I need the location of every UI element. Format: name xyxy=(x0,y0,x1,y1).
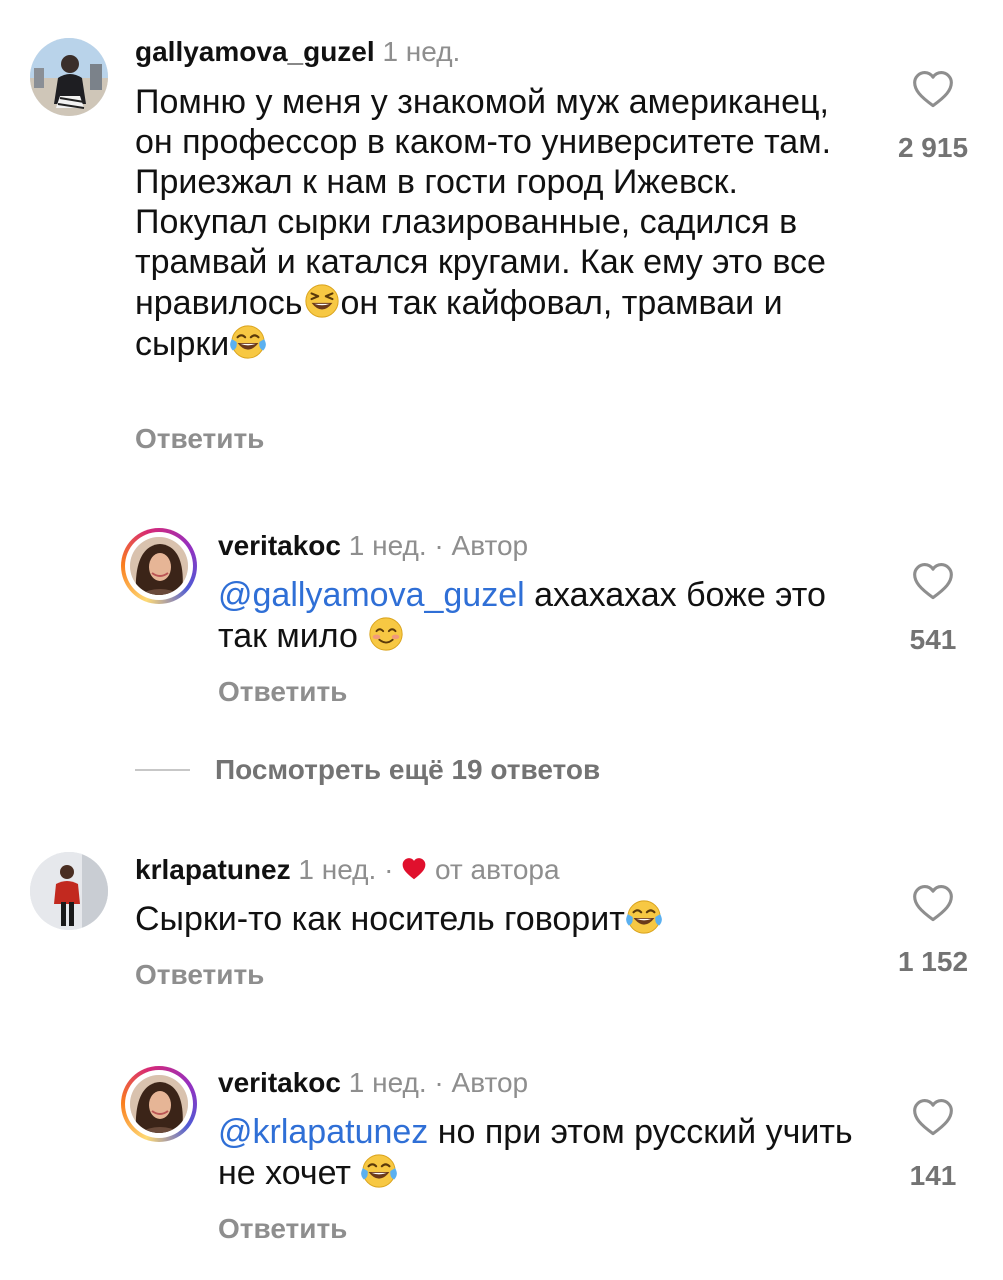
comment-text: Помню у меня у знакомой муж американец, … xyxy=(135,82,875,364)
tears-of-joy-emoji-icon xyxy=(625,898,663,936)
timestamp: 1 нед. xyxy=(382,36,461,67)
author-badge: Автор xyxy=(451,1067,529,1098)
comment-meta: veritakoc 1 нед. · Автор xyxy=(218,1067,528,1099)
like-count: 1 152 xyxy=(897,946,969,977)
separator: · xyxy=(434,1067,444,1098)
red-heart-icon xyxy=(401,856,427,882)
avatar xyxy=(130,1075,188,1133)
heart-outline-icon[interactable] xyxy=(911,882,955,926)
reply-button[interactable]: Ответить xyxy=(135,959,264,991)
mention-link[interactable]: @krlapatunez xyxy=(218,1113,428,1151)
avatar[interactable] xyxy=(30,852,108,930)
username[interactable]: veritakoc xyxy=(218,1067,341,1098)
smiling-blush-emoji-icon xyxy=(367,615,405,653)
liked-by-author-badge: от автора xyxy=(434,854,560,885)
view-more-replies-button[interactable]: Посмотреть ещё 19 ответов xyxy=(135,750,600,790)
username[interactable]: veritakoc xyxy=(218,530,341,561)
heart-outline-icon[interactable] xyxy=(911,1096,955,1140)
timestamp: 1 нед. xyxy=(348,530,427,561)
comment-text: Сырки-то как носитель говорит xyxy=(135,898,875,939)
like-control: 541 xyxy=(888,560,978,656)
separator: · xyxy=(384,854,394,885)
author-badge: Автор xyxy=(451,530,529,561)
tears-of-joy-emoji-icon xyxy=(360,1152,398,1190)
avatar[interactable] xyxy=(30,38,108,116)
comment-meta: veritakoc 1 нед. · Автор xyxy=(218,530,528,562)
reply-button[interactable]: Ответить xyxy=(135,423,264,455)
heart-outline-icon[interactable] xyxy=(911,560,955,604)
comment-text: @krlapatunez но при этом русский учить н… xyxy=(218,1112,878,1193)
comment-text-part: Сырки-то как носитель говорит xyxy=(135,900,625,938)
like-control: 141 xyxy=(888,1096,978,1192)
reply-button[interactable]: Ответить xyxy=(218,676,347,708)
like-count: 2 915 xyxy=(897,132,969,163)
laughing-squint-emoji-icon xyxy=(303,282,341,320)
like-control: 2 915 xyxy=(888,68,978,164)
comment-meta: gallyamova_guzel 1 нед. xyxy=(135,36,460,68)
like-control: 1 152 xyxy=(888,882,978,978)
avatar-photo-icon xyxy=(130,1075,188,1133)
separator: · xyxy=(434,530,444,561)
tears-of-joy-emoji-icon xyxy=(229,323,267,361)
reply-button[interactable]: Ответить xyxy=(218,1213,347,1245)
timestamp: 1 нед. xyxy=(348,1067,427,1098)
avatar-photo-icon xyxy=(130,537,188,595)
avatar-photo-icon xyxy=(30,38,108,116)
heart-outline-icon[interactable] xyxy=(911,68,955,112)
avatar xyxy=(130,537,188,595)
like-count: 141 xyxy=(909,1160,957,1191)
story-ring[interactable] xyxy=(121,1066,197,1142)
like-count: 541 xyxy=(909,624,957,655)
mention-link[interactable]: @gallyamova_guzel xyxy=(218,576,525,614)
divider-line xyxy=(135,769,190,771)
avatar-photo-icon xyxy=(30,852,108,930)
timestamp: 1 нед. xyxy=(298,854,377,885)
comment-text: @gallyamova_guzel ахахахах боже это так … xyxy=(218,575,878,656)
username[interactable]: gallyamova_guzel xyxy=(135,36,375,67)
story-ring[interactable] xyxy=(121,528,197,604)
comment-meta: krlapatunez 1 нед. · от автора xyxy=(135,854,560,886)
view-more-replies-label: Посмотреть ещё 19 ответов xyxy=(215,754,601,785)
username[interactable]: krlapatunez xyxy=(135,854,291,885)
